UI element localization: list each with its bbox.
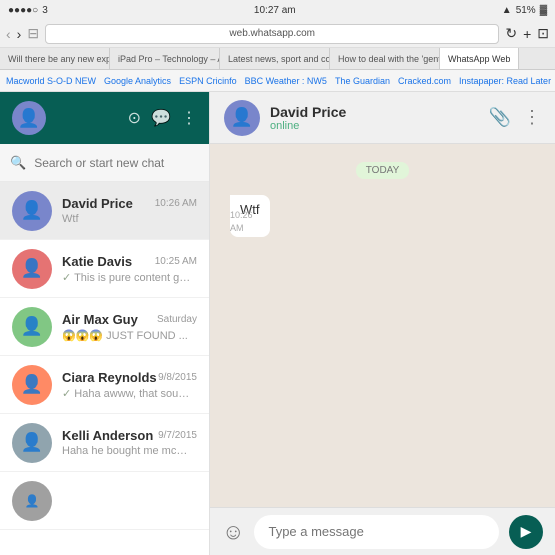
- date-divider: TODAY: [230, 162, 535, 179]
- refresh-button[interactable]: ↻: [505, 25, 517, 42]
- chat-header: 👤 David Price online 📎 ⋮: [210, 92, 555, 144]
- bookmarks-bar: Macworld S-O-D NEW Google Analytics ESPN…: [0, 70, 555, 92]
- chat-info-katie: Katie Davis 10:25 AM ✓ This is pure cont…: [62, 254, 197, 284]
- tab-3[interactable]: Latest news, sport and comm...: [220, 48, 330, 70]
- chat-name-kelli: Kelli Anderson: [62, 428, 153, 443]
- status-left: ●●●●○ 3: [8, 5, 48, 16]
- message-time-wtf: 10:26 AM: [230, 209, 262, 234]
- chat-item-extra[interactable]: 👤: [0, 472, 209, 530]
- message-input[interactable]: [254, 515, 499, 549]
- bookmark-macworld[interactable]: Macworld S-O-D NEW: [6, 76, 96, 86]
- check-icon-ciara: ✓: [62, 388, 71, 400]
- app-container: 👤 ⊙ 💬 ⋮ 🔍 👤 David Price: [0, 92, 555, 555]
- chat-item-david[interactable]: 👤 David Price 10:26 AM Wtf: [0, 182, 209, 240]
- chat-icon[interactable]: 💬: [151, 108, 171, 128]
- sidebar: 👤 ⊙ 💬 ⋮ 🔍 👤 David Price: [0, 92, 210, 555]
- search-icon: 🔍: [10, 155, 26, 171]
- chat-info-extra: [62, 500, 197, 502]
- chat-time-airmax: Saturday: [157, 314, 197, 325]
- date-badge: TODAY: [356, 162, 410, 179]
- chat-header-avatar: 👤: [224, 100, 260, 136]
- chat-name-ciara: Ciara Reynolds: [62, 370, 157, 385]
- message-wtf: Wtf 10:26 AM: [230, 195, 270, 237]
- my-avatar-icon: 👤: [12, 101, 46, 135]
- chat-name-airmax: Air Max Guy: [62, 312, 138, 327]
- reader-button[interactable]: ⊟: [27, 25, 39, 42]
- chat-item-ciara[interactable]: 👤 Ciara Reynolds 9/8/2015 ✓ Haha awww, t…: [0, 356, 209, 414]
- tab-bar: Will there be any new expans... iPad Pro…: [0, 48, 555, 70]
- my-avatar[interactable]: 👤: [12, 101, 46, 135]
- signal-strength: ●●●●○: [8, 5, 38, 16]
- chat-header-name: David Price: [270, 104, 479, 120]
- emoji-button[interactable]: ☺: [222, 519, 244, 545]
- chat-time-katie: 10:25 AM: [155, 256, 197, 267]
- chat-info-david: David Price 10:26 AM Wtf: [62, 196, 197, 225]
- avatar-ciara: 👤: [12, 365, 52, 405]
- time-display: 10:27 am: [254, 5, 296, 16]
- tab-whatsapp[interactable]: WhatsApp Web: [440, 48, 519, 70]
- forward-button[interactable]: ›: [17, 26, 22, 42]
- browser-bar: ‹ › ⊟ web.whatsapp.com ↻ + ⊡: [0, 20, 555, 48]
- sidebar-header: 👤 ⊙ 💬 ⋮: [0, 92, 209, 144]
- chat-info-kelli: Kelli Anderson 9/7/2015 Haha he bought m…: [62, 428, 197, 457]
- send-button[interactable]: ▶: [509, 515, 543, 549]
- tab-2[interactable]: iPad Pro – Technology – Apple: [110, 48, 220, 70]
- tab-button[interactable]: ⊡: [537, 25, 549, 42]
- chat-item-airmax[interactable]: 👤 Air Max Guy Saturday 😱😱😱 JUST FOUND ..…: [0, 298, 209, 356]
- more-options-icon[interactable]: ⋮: [181, 108, 197, 128]
- back-button[interactable]: ‹: [6, 26, 11, 42]
- avatar-extra: 👤: [12, 481, 52, 521]
- send-icon: ▶: [521, 523, 532, 540]
- bookmark-espn[interactable]: ESPN Cricinfo: [179, 76, 237, 86]
- bookmark-cracked[interactable]: Cracked.com: [398, 76, 451, 86]
- tab-1[interactable]: Will there be any new expans...: [0, 48, 110, 70]
- chat-header-info: David Price online: [270, 104, 479, 132]
- chat-item-katie[interactable]: 👤 Katie Davis 10:25 AM ✓ This is pure co…: [0, 240, 209, 298]
- avatar-katie: 👤: [12, 249, 52, 289]
- chat-time-david: 10:26 AM: [155, 198, 197, 209]
- check-icon-katie: ✓: [62, 272, 71, 284]
- more-menu-icon[interactable]: ⋮: [523, 107, 541, 128]
- wifi-icon: ▲: [502, 5, 512, 16]
- chat-name-katie: Katie Davis: [62, 254, 132, 269]
- chat-item-kelli[interactable]: 👤 Kelli Anderson 9/7/2015 Haha he bought…: [0, 414, 209, 472]
- battery-icon: ▓: [540, 5, 547, 16]
- attachment-icon[interactable]: 📎: [489, 107, 511, 128]
- status-icon[interactable]: ⊙: [128, 108, 141, 128]
- bookmark-analytics[interactable]: Google Analytics: [104, 76, 171, 86]
- avatar-kelli: 👤: [12, 423, 52, 463]
- bookmark-instapaper[interactable]: Instapaper: Read Later: [459, 76, 551, 86]
- search-input[interactable]: [34, 156, 199, 170]
- chat-msg-ciara: ✓ Haha awww, that sound...: [62, 387, 192, 400]
- battery-level: 51%: [516, 5, 536, 16]
- chat-time-ciara: 9/8/2015: [158, 372, 197, 383]
- url-display: web.whatsapp.com: [229, 28, 315, 39]
- tab-4[interactable]: How to deal with the 'gentle...: [330, 48, 440, 70]
- chat-info-ciara: Ciara Reynolds 9/8/2015 ✓ Haha awww, tha…: [62, 370, 197, 400]
- chat-list: 👤 David Price 10:26 AM Wtf 👤 Kati: [0, 182, 209, 555]
- share-button[interactable]: +: [523, 26, 531, 42]
- avatar-david: 👤: [12, 191, 52, 231]
- chat-header-status: online: [270, 120, 479, 132]
- search-bar: 🔍: [0, 144, 209, 182]
- carrier: 3: [42, 5, 48, 16]
- status-bar: ●●●●○ 3 10:27 am ▲ 51% ▓: [0, 0, 555, 20]
- avatar-airmax: 👤: [12, 307, 52, 347]
- chat-header-icons: 📎 ⋮: [489, 107, 541, 128]
- chat-msg-kelli: Haha he bought me mcddon...: [62, 445, 192, 457]
- chat-info-airmax: Air Max Guy Saturday 😱😱😱 JUST FOUND ...: [62, 312, 197, 342]
- input-area: ☺ ▶: [210, 507, 555, 555]
- chat-time-kelli: 9/7/2015: [158, 430, 197, 441]
- address-bar[interactable]: web.whatsapp.com: [45, 24, 499, 44]
- chat-msg-airmax: 😱😱😱 JUST FOUND ...: [62, 329, 192, 342]
- chat-name-david: David Price: [62, 196, 133, 211]
- bookmark-guardian[interactable]: The Guardian: [335, 76, 390, 86]
- status-right: ▲ 51% ▓: [502, 5, 547, 16]
- chat-area: 👤 David Price online 📎 ⋮ TODAY Wtf 10:26…: [210, 92, 555, 555]
- sidebar-header-icons: ⊙ 💬 ⋮: [128, 108, 197, 128]
- chat-msg-david: Wtf: [62, 213, 192, 225]
- messages-area: TODAY Wtf 10:26 AM: [210, 144, 555, 507]
- chat-msg-katie: ✓ This is pure content gol...: [62, 271, 192, 284]
- bookmark-bbc[interactable]: BBC Weather : NW5: [245, 76, 327, 86]
